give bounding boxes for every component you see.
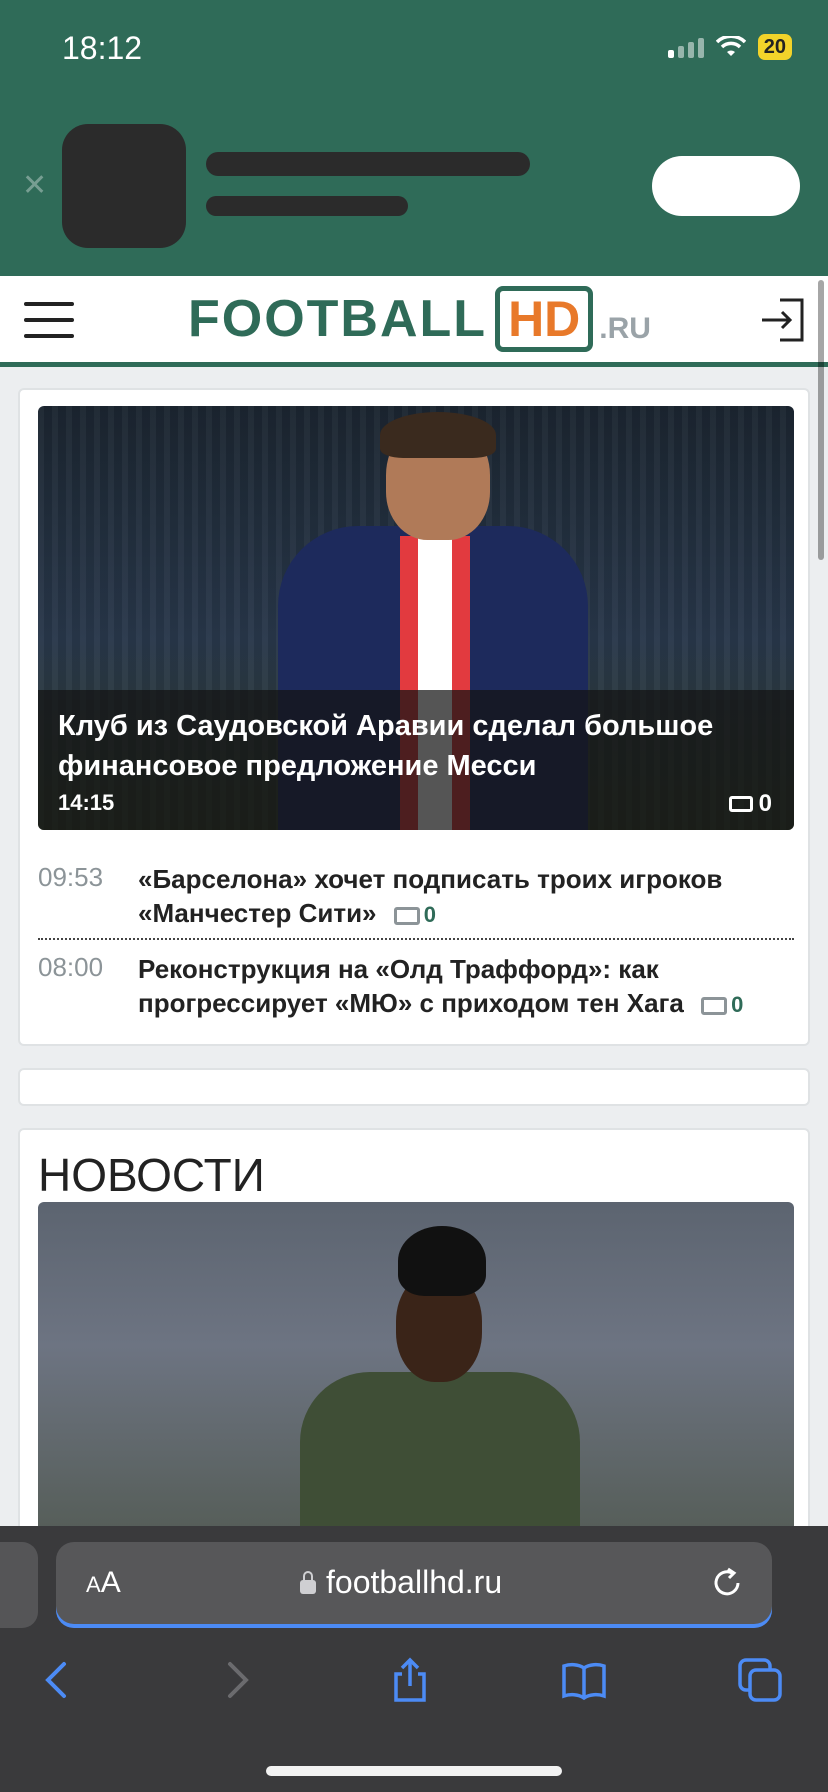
news-image[interactable] [38, 1202, 794, 1562]
cellular-signal-icon [667, 36, 704, 58]
news-comment-count[interactable]: 0 [384, 902, 436, 927]
status-time: 18:12 [62, 30, 143, 66]
logo-football-text: FOOTBALL [188, 290, 488, 348]
news-time: 08:00 [38, 952, 104, 982]
bookmarks-icon[interactable] [560, 1656, 608, 1704]
hero-news-time: 14:15 [58, 790, 115, 815]
banner-close-icon[interactable]: ✕ [22, 168, 47, 203]
hero-comment-count[interactable]: 0 [728, 790, 772, 818]
wifi-icon [715, 36, 746, 56]
banner-app-icon [62, 124, 186, 248]
comment-icon [728, 796, 753, 812]
news-section-card: НОВОСТИ [18, 1128, 810, 1588]
lock-icon [300, 1570, 316, 1594]
logo-ru-text: .RU [599, 312, 651, 345]
divider [38, 938, 794, 940]
forward-icon[interactable] [212, 1656, 260, 1704]
hero-news[interactable]: Клуб из Саудовской Аравии сделал большое… [38, 406, 794, 830]
url-display[interactable]: footballhd.ru [300, 1564, 502, 1601]
top-news-card: Клуб из Саудовской Аравии сделал большое… [18, 388, 810, 1046]
logo-hd-text: HD [495, 286, 594, 352]
home-indicator[interactable] [266, 1766, 562, 1776]
empty-card [18, 1068, 810, 1106]
status-icons: 20 [667, 34, 792, 60]
reload-icon[interactable] [710, 1566, 744, 1600]
news-title[interactable]: «Барселона» хочет подписать троих игроко… [138, 862, 794, 932]
banner-open-button[interactable] [652, 156, 800, 216]
news-title[interactable]: Реконструкция на «Олд Траффорд»: как про… [138, 952, 794, 1022]
menu-icon[interactable] [24, 300, 74, 340]
previous-tab-edge[interactable] [0, 1542, 38, 1628]
address-bar[interactable]: AA footballhd.ru [56, 1542, 772, 1628]
hero-news-title[interactable]: Клуб из Саудовской Аравии сделал большое… [58, 706, 778, 786]
news-comment-count[interactable]: 0 [691, 992, 743, 1017]
banner-subtitle-placeholder [206, 196, 408, 216]
section-title: НОВОСТИ [38, 1149, 265, 1201]
page-scrollbar[interactable] [818, 280, 824, 560]
banner-title-placeholder [206, 152, 530, 176]
news-time: 09:53 [38, 862, 104, 892]
app-banner-area: 18:12 20 ✕ [0, 0, 828, 276]
site-logo[interactable]: FOOTBALL HD .RU [188, 286, 651, 352]
comment-icon [701, 997, 728, 1016]
site-header: FOOTBALL HD .RU [0, 276, 828, 367]
tabs-icon[interactable] [736, 1656, 784, 1704]
share-icon[interactable] [386, 1656, 434, 1704]
battery-indicator: 20 [757, 34, 792, 60]
back-icon[interactable] [34, 1656, 82, 1704]
reader-settings-button[interactable]: AA [86, 1566, 121, 1600]
login-icon[interactable] [758, 296, 806, 344]
comment-icon [393, 907, 420, 926]
